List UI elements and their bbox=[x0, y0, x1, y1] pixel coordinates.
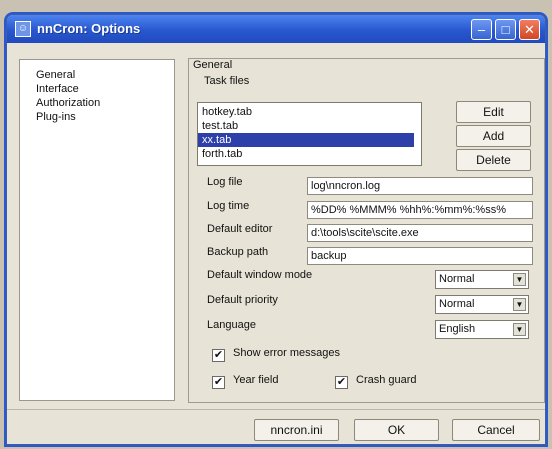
task-files-list[interactable]: hotkey.tab test.tab xx.tab forth.tab bbox=[197, 102, 422, 166]
list-item[interactable]: forth.tab bbox=[202, 147, 418, 161]
nav-item-plugins[interactable]: Plug-ins bbox=[36, 111, 76, 123]
priority-label: Default priority bbox=[207, 294, 278, 306]
language-value: English bbox=[439, 323, 476, 335]
close-icon[interactable]: ✕ bbox=[519, 19, 540, 40]
window-title: nnCron: Options bbox=[37, 21, 141, 36]
log-file-label: Log file bbox=[207, 176, 243, 188]
window-mode-label: Default window mode bbox=[207, 269, 313, 281]
show-errors-checkbox[interactable]: ✔ Show error messages bbox=[212, 346, 340, 362]
language-label: Language bbox=[207, 319, 256, 331]
list-item[interactable]: hotkey.tab bbox=[202, 105, 418, 119]
language-select[interactable]: English ▼ bbox=[435, 320, 529, 339]
dropdown-arrow-icon[interactable]: ▼ bbox=[513, 323, 526, 336]
category-list: General Interface Authorization Plug-ins bbox=[19, 59, 175, 401]
year-field-label: Year field bbox=[233, 374, 279, 386]
app-icon: ☺ bbox=[15, 21, 31, 37]
options-dialog: ☺ nnCron: Options – □ ✕ General Interfac… bbox=[6, 14, 546, 445]
window-mode-select[interactable]: Normal ▼ bbox=[435, 270, 529, 289]
group-title: General bbox=[193, 59, 233, 71]
crash-guard-label: Crash guard bbox=[356, 374, 417, 386]
footer-divider bbox=[7, 409, 545, 410]
checkmark-icon: ✔ bbox=[212, 376, 225, 389]
default-editor-label: Default editor bbox=[207, 223, 273, 235]
log-time-field[interactable]: %DD% %MMM% %hh%:%mm%:%ss% bbox=[307, 201, 533, 219]
checkmark-icon: ✔ bbox=[212, 349, 225, 362]
dropdown-arrow-icon[interactable]: ▼ bbox=[513, 273, 526, 286]
edit-button[interactable]: Edit bbox=[456, 101, 531, 123]
nncron-ini-button[interactable]: nncron.ini bbox=[254, 419, 339, 441]
add-button[interactable]: Add bbox=[456, 125, 531, 147]
nav-item-general[interactable]: General bbox=[36, 69, 75, 81]
list-item-selected[interactable]: xx.tab bbox=[198, 133, 414, 147]
crash-guard-checkbox[interactable]: ✔ Crash guard bbox=[335, 373, 417, 389]
delete-button[interactable]: Delete bbox=[456, 149, 531, 171]
priority-value: Normal bbox=[439, 298, 475, 310]
backup-path-label: Backup path bbox=[207, 246, 269, 258]
log-file-field[interactable]: log\nncron.log bbox=[307, 177, 533, 195]
log-time-label: Log time bbox=[207, 200, 250, 212]
backup-path-field[interactable]: backup bbox=[307, 247, 533, 265]
nav-item-authorization[interactable]: Authorization bbox=[36, 97, 100, 109]
task-files-label: Task files bbox=[204, 75, 250, 87]
title-bar[interactable]: ☺ nnCron: Options – □ ✕ bbox=[7, 15, 545, 43]
priority-select[interactable]: Normal ▼ bbox=[435, 295, 529, 314]
minimize-icon[interactable]: – bbox=[471, 19, 492, 40]
dropdown-arrow-icon[interactable]: ▼ bbox=[513, 298, 526, 311]
maximize-icon[interactable]: □ bbox=[495, 19, 516, 40]
ok-button[interactable]: OK bbox=[354, 419, 439, 441]
show-errors-label: Show error messages bbox=[233, 347, 340, 359]
cancel-button[interactable]: Cancel bbox=[452, 419, 540, 441]
window-mode-value: Normal bbox=[439, 273, 475, 285]
nav-item-interface[interactable]: Interface bbox=[36, 83, 79, 95]
year-field-checkbox[interactable]: ✔ Year field bbox=[212, 373, 278, 389]
list-item[interactable]: test.tab bbox=[202, 119, 418, 133]
default-editor-field[interactable]: d:\tools\scite\scite.exe bbox=[307, 224, 533, 242]
checkmark-icon: ✔ bbox=[335, 376, 348, 389]
